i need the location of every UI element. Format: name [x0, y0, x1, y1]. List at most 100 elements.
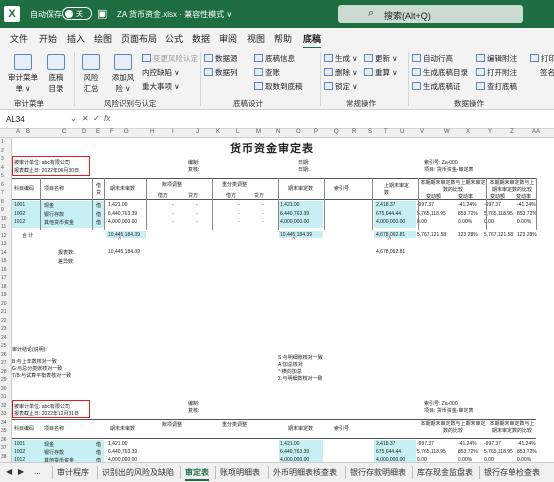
row-header[interactable]: 24 — [1, 335, 7, 341]
cell-unaudited[interactable]: 6,440,763.39 — [108, 211, 137, 217]
recalc-button[interactable]: 重算 ∨ — [364, 67, 398, 78]
col-header[interactable]: L — [236, 129, 239, 135]
autosave-toggle[interactable]: 关 — [62, 7, 92, 20]
tab-bank-deposit[interactable]: 银行存款明细表 — [350, 467, 406, 478]
cell-audited[interactable]: 1,421.00 — [280, 441, 299, 447]
menu-page-layout[interactable]: 页面布局 — [121, 32, 157, 45]
sign-button[interactable]: 签名 — [540, 67, 554, 78]
cell-rc[interactable]: - — [238, 219, 240, 225]
row-header[interactable]: 27 — [1, 360, 7, 366]
row-header[interactable]: 21 — [1, 309, 7, 315]
cell-code[interactable]: 1002 — [14, 211, 25, 217]
row-header[interactable]: 7 — [1, 190, 4, 196]
col-header[interactable]: P — [314, 129, 318, 135]
col-header[interactable]: D — [82, 129, 86, 135]
add-risk-button[interactable]: 添加风险 ∨ — [108, 54, 138, 94]
row-header[interactable]: 14 — [1, 250, 7, 256]
menu-data[interactable]: 数据 — [192, 32, 210, 45]
tab-more[interactable]: ... — [34, 467, 41, 476]
row-header[interactable]: 25 — [1, 343, 7, 349]
cell-rc[interactable]: - — [238, 211, 240, 217]
function-icon[interactable]: fx — [104, 114, 110, 123]
row-header[interactable]: 13 — [1, 241, 7, 247]
row-header[interactable]: 5 — [1, 173, 4, 179]
cell-dc[interactable]: 借 — [96, 449, 101, 456]
cell-name[interactable]: 银行存款 — [44, 211, 64, 218]
col-header[interactable]: T — [384, 129, 388, 135]
workpaper-info-button[interactable]: 底稿信息 — [254, 53, 295, 64]
cell-name[interactable]: 现金 — [44, 441, 54, 448]
row-header[interactable]: 4 — [1, 165, 4, 171]
tab-scroll-left[interactable]: ◀ — [6, 467, 12, 476]
cell-audited[interactable]: 4,000,000.00 — [280, 219, 309, 225]
col-header[interactable]: J — [196, 129, 199, 135]
col-header[interactable]: Y — [488, 129, 492, 135]
cell-audited[interactable]: 6,440,763.39 — [280, 449, 309, 455]
cell-code[interactable]: 1002 — [14, 449, 25, 455]
row-header[interactable]: 37 — [1, 445, 7, 451]
row-header[interactable]: 20 — [1, 301, 7, 307]
row-header[interactable]: 36 — [1, 437, 7, 443]
col-header[interactable]: O — [296, 129, 301, 135]
cell-chg[interactable]: 5,765,118.95 — [417, 449, 446, 455]
col-header[interactable]: V — [420, 129, 424, 135]
col-header[interactable]: U — [400, 129, 404, 135]
cell-unaudited[interactable]: 4,000,000.00 — [108, 219, 137, 225]
cell-name[interactable]: 其他货币资金 — [44, 219, 74, 226]
cell-pct[interactable]: 853.72% — [458, 211, 478, 217]
risk-summary-button[interactable]: 风险 汇总 — [78, 54, 104, 94]
row-header[interactable]: 34 — [1, 420, 7, 426]
file-name[interactable]: ZA 货币资金.xlsx · 兼容性模式 ∨ — [117, 9, 232, 20]
col-header[interactable]: Z — [510, 129, 514, 135]
col-header[interactable]: K — [216, 129, 220, 135]
row-header[interactable]: 26 — [1, 352, 7, 358]
cell-rc2[interactable]: - — [262, 219, 264, 225]
col-header[interactable]: N — [276, 129, 280, 135]
row-header[interactable]: 12 — [1, 233, 7, 239]
cell-pct2[interactable]: -41.24% — [517, 441, 536, 447]
cell-pct[interactable]: -41.24% — [458, 441, 477, 447]
cell-pct2[interactable]: 853.72% — [517, 449, 537, 455]
cell-dc[interactable]: 借 — [96, 219, 101, 226]
cell-chg2[interactable]: 5,765,118.95 — [484, 211, 513, 217]
cell-audited[interactable]: 6,440,763.39 — [280, 211, 309, 217]
cell-pct2[interactable]: 0.00% — [517, 219, 531, 225]
col-header[interactable]: I — [172, 129, 174, 135]
cell-chg[interactable]: 5,765,118.95 — [417, 211, 446, 217]
save-icon[interactable]: ▣ — [97, 7, 107, 20]
major-matter-button[interactable]: 重大事项 ∨ — [142, 81, 180, 92]
row-header[interactable]: 35 — [1, 428, 7, 434]
cell-prior[interactable]: 2,418.37 — [376, 441, 395, 447]
row-header[interactable]: 38 — [1, 454, 7, 460]
cell-audited[interactable]: 1,421.00 — [280, 202, 299, 208]
row-header[interactable]: 16 — [1, 267, 7, 273]
row-header[interactable]: 30 — [1, 386, 7, 392]
cell-dc[interactable]: 借 — [96, 441, 101, 448]
row-header[interactable]: 3 — [1, 156, 4, 162]
row-header[interactable]: 6 — [1, 182, 4, 188]
menu-draw[interactable]: 绘图 — [94, 32, 112, 45]
audit-menu-button[interactable]: 审计菜单单 ∨ — [6, 54, 40, 94]
menu-view[interactable]: 视图 — [247, 32, 265, 45]
cell-rc2[interactable]: - — [262, 211, 264, 217]
menu-formulas[interactable]: 公式 — [165, 32, 183, 45]
row-header[interactable]: 29 — [1, 377, 7, 383]
row-header[interactable]: 22 — [1, 318, 7, 324]
print-workpaper-button[interactable]: 查打底稿 — [476, 81, 517, 92]
cell-chg2[interactable]: -997.37 — [484, 441, 501, 447]
menu-home[interactable]: 开始 — [39, 32, 57, 45]
search-box[interactable]: ⌕ 搜索(Alt+Q) — [338, 5, 523, 23]
cell-code[interactable]: 1001 — [14, 202, 25, 208]
menu-help[interactable]: 帮助 — [274, 32, 292, 45]
cell-adj2[interactable]: - — [196, 219, 198, 225]
tab-bank-cd[interactable]: 银行存单检查表 — [484, 467, 540, 478]
tab-audit-procedure[interactable]: 审计程序 — [57, 467, 89, 478]
col-header[interactable]: S — [368, 129, 372, 135]
row-header[interactable]: 9 — [1, 207, 4, 213]
data-source-button[interactable]: 数据源 — [204, 53, 238, 64]
row-header[interactable]: 23 — [1, 326, 7, 332]
row-header[interactable]: 1 — [1, 139, 4, 145]
menu-file[interactable]: 文件 — [10, 32, 28, 45]
cell-adj[interactable]: - — [172, 219, 174, 225]
col-header[interactable]: B — [26, 129, 30, 135]
